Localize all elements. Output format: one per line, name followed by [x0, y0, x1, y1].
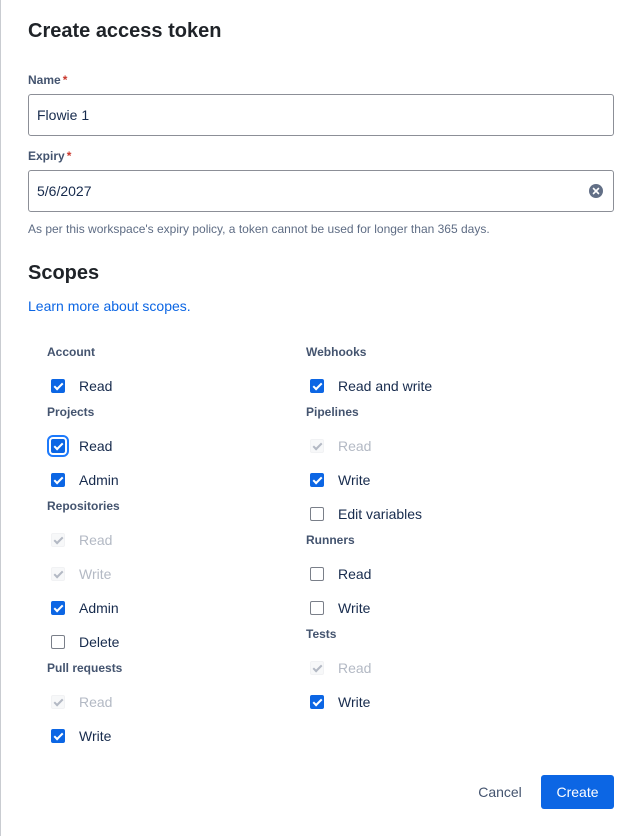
checkbox-icon[interactable]: [47, 435, 69, 457]
scope-checkbox-webhooks-read-and-write[interactable]: Read and write: [310, 376, 432, 396]
checkbox-icon: [51, 567, 65, 581]
scope-checkbox-projects-read[interactable]: Read: [47, 435, 113, 457]
checkbox-icon[interactable]: [310, 567, 324, 581]
scope-checkbox-label: Write: [79, 728, 112, 744]
checkbox-icon: [310, 439, 324, 453]
scope-checkbox-projects-admin[interactable]: Admin: [51, 470, 119, 490]
expiry-helper-text: As per this workspace's expiry policy, a…: [28, 222, 490, 236]
clear-icon[interactable]: [589, 184, 603, 198]
learn-more-link[interactable]: Learn more about scopes.: [28, 298, 191, 314]
scope-checkbox-tests-read: Read: [310, 658, 371, 678]
scope-group-heading: Repositories: [47, 499, 120, 513]
scope-group-heading: Account: [47, 345, 95, 359]
scope-checkbox-label: Read: [338, 660, 372, 676]
scope-checkbox-label: Read: [79, 694, 113, 710]
scope-checkbox-label: Read: [338, 438, 372, 454]
scope-checkbox-label: Write: [338, 472, 371, 488]
scope-checkbox-pipelines-edit-variables[interactable]: Edit variables: [310, 504, 422, 524]
required-mark: *: [66, 149, 72, 163]
name-label: Name *: [28, 73, 68, 87]
checkbox-icon[interactable]: [51, 635, 65, 649]
scope-group-heading: Projects: [47, 405, 95, 419]
scope-checkbox-label: Write: [338, 600, 371, 616]
scope-checkbox-label: Read: [79, 532, 113, 548]
scope-checkbox-account-read[interactable]: Read: [51, 376, 112, 396]
scope-checkbox-pull-requests-read: Read: [51, 692, 112, 712]
checkbox-icon[interactable]: [310, 473, 324, 487]
scope-checkbox-label: Edit variables: [338, 506, 423, 522]
scope-checkbox-pull-requests-write[interactable]: Write: [51, 726, 111, 746]
create-button[interactable]: Create: [541, 775, 614, 809]
scope-checkbox-label: Write: [79, 566, 112, 582]
scope-checkbox-repositories-write: Write: [51, 564, 111, 584]
scope-checkbox-repositories-admin[interactable]: Admin: [51, 598, 119, 618]
checkbox-icon[interactable]: [310, 507, 324, 521]
dialog-title: Create access token: [28, 20, 222, 42]
checkbox-icon: [51, 533, 65, 547]
scope-checkbox-label: Read: [79, 378, 113, 394]
scope-group-heading: Pipelines: [306, 405, 359, 419]
checkbox-icon[interactable]: [51, 729, 65, 743]
checkbox-icon[interactable]: [310, 695, 324, 709]
scope-checkbox-runners-read[interactable]: Read: [310, 564, 371, 584]
create-token-dialog: Create access token Name * Flowie 1 Expir…: [0, 0, 639, 836]
scope-checkbox-label: Read: [79, 438, 113, 454]
scope-checkbox-runners-write[interactable]: Write: [310, 598, 370, 618]
scope-group-heading: Pull requests: [47, 661, 123, 675]
checkbox-icon[interactable]: [51, 379, 65, 393]
scope-group-heading: Runners: [306, 533, 355, 547]
checkbox-icon[interactable]: [310, 379, 324, 393]
scope-checkbox-label: Write: [338, 694, 371, 710]
scopes-heading: Scopes: [28, 262, 100, 284]
scope-checkbox-pipelines-read: Read: [310, 436, 371, 456]
scope-checkbox-tests-write[interactable]: Write: [310, 692, 370, 712]
cancel-button[interactable]: Cancel: [464, 775, 536, 809]
scope-checkbox-label: Read: [338, 566, 372, 582]
scope-checkbox-label: Delete: [79, 634, 120, 650]
scope-checkbox-repositories-read: Read: [51, 530, 112, 550]
scope-checkbox-label: Admin: [79, 600, 119, 616]
checkbox-icon[interactable]: [310, 601, 324, 615]
scope-checkbox-pipelines-write[interactable]: Write: [310, 470, 370, 490]
expiry-label: Expiry *: [28, 149, 72, 163]
expiry-date-input[interactable]: 5/6/2027: [28, 170, 614, 212]
scope-group-heading: Tests: [306, 627, 337, 641]
checkbox-icon: [51, 695, 65, 709]
required-mark: *: [62, 73, 68, 87]
name-input[interactable]: Flowie 1: [28, 94, 614, 136]
scope-checkbox-label: Read and write: [338, 378, 433, 394]
scope-group-heading: Webhooks: [306, 345, 367, 359]
expiry-input-value: 5/6/2027: [37, 183, 92, 199]
checkbox-icon: [310, 661, 324, 675]
checkbox-icon[interactable]: [51, 473, 65, 487]
name-input-value: Flowie 1: [37, 107, 90, 123]
scope-checkbox-repositories-delete[interactable]: Delete: [51, 632, 119, 652]
scope-checkbox-label: Admin: [79, 472, 119, 488]
checkbox-icon[interactable]: [51, 601, 65, 615]
